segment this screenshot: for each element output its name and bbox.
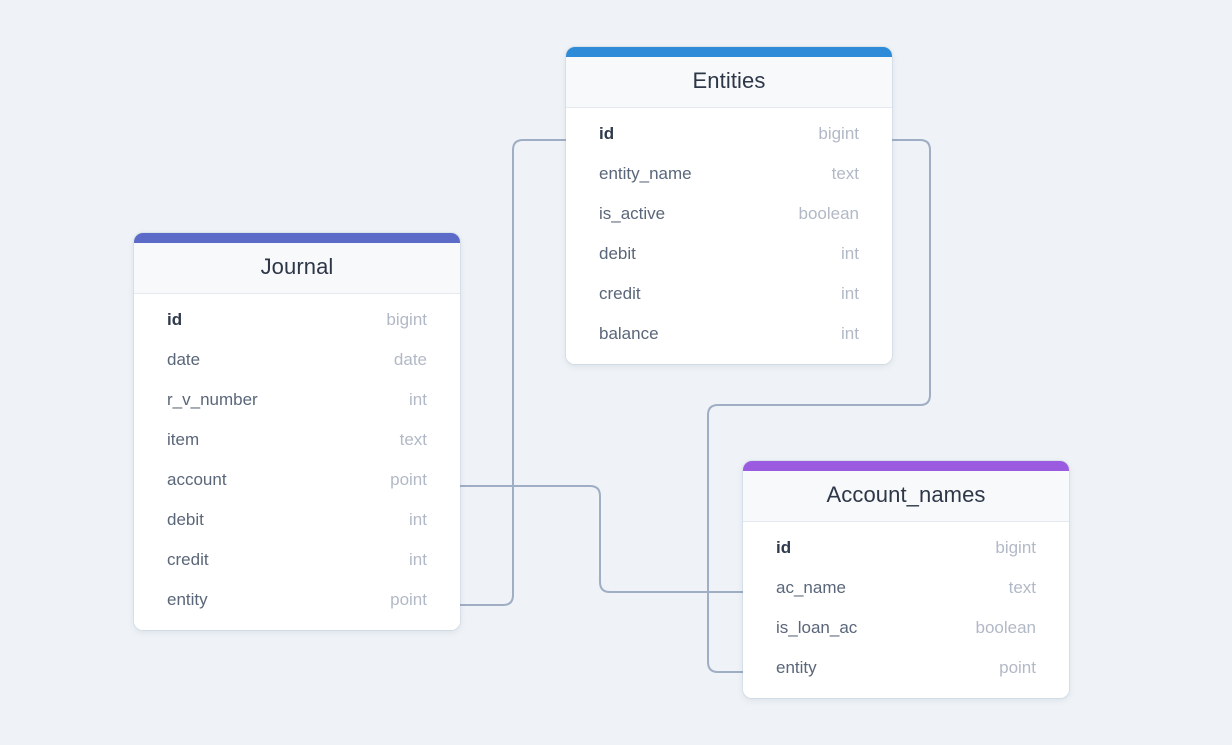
field-type: text	[1008, 578, 1036, 597]
field-name: is_loan_ac	[776, 618, 858, 637]
table-title: Journal	[134, 243, 460, 294]
field-type: int	[409, 550, 427, 569]
table-title: Entities	[566, 57, 892, 108]
field-type: int	[409, 510, 427, 529]
table-field-row[interactable]: id bigint	[134, 300, 460, 340]
field-type: text	[831, 164, 859, 183]
table-field-row[interactable]: is_active boolean	[566, 194, 892, 234]
field-name: id	[167, 310, 183, 329]
table-field-row[interactable]: debit int	[134, 500, 460, 540]
table-accent-bar	[743, 461, 1069, 471]
table-field-list: id bigint entity_name text is_active boolean d…	[566, 108, 892, 364]
table-field-row[interactable]: debit int	[566, 234, 892, 274]
field-name: is_active	[599, 204, 666, 223]
field-type: boolean	[975, 618, 1036, 637]
relationship-line	[459, 485, 744, 593]
table-field-row[interactable]: entity point	[134, 580, 460, 620]
field-type: int	[841, 244, 859, 263]
table-field-row[interactable]: r_v_number int	[134, 380, 460, 420]
table-field-row[interactable]: is_loan_ac boolean	[743, 608, 1069, 648]
table-field-row[interactable]: credit int	[566, 274, 892, 314]
field-name: r_v_number	[167, 390, 258, 409]
table-accent-bar	[134, 233, 460, 243]
table-accent-bar	[566, 47, 892, 57]
relationship-line	[459, 139, 567, 606]
table-card[interactable]: Account_namesid bigint ac_name text is_loan_…	[743, 461, 1069, 698]
field-type: boolean	[798, 204, 859, 223]
field-type: int	[841, 284, 859, 303]
er-diagram-canvas: Journal id bigint date date r_v_number int item…	[0, 0, 1232, 745]
table-field-row[interactable]: ac_name text	[743, 568, 1069, 608]
field-type: point	[390, 590, 427, 609]
table-field-row[interactable]: account point	[134, 460, 460, 500]
field-type: int	[841, 324, 859, 343]
field-name: entity	[167, 590, 208, 609]
table-field-row[interactable]: date date	[134, 340, 460, 380]
field-name: entity_name	[599, 164, 692, 183]
table-field-row[interactable]: item text	[134, 420, 460, 460]
table-title: Account_names	[743, 471, 1069, 522]
table-card[interactable]: Journal id bigint date date r_v_number int item…	[134, 233, 460, 630]
field-type: bigint	[386, 310, 427, 329]
field-name: debit	[599, 244, 636, 263]
field-name: item	[167, 430, 200, 449]
field-name: credit	[599, 284, 641, 303]
field-type: point	[999, 658, 1036, 677]
table-field-row[interactable]: balance int	[566, 314, 892, 354]
field-name: account	[167, 470, 227, 489]
table-field-row[interactable]: credit int	[134, 540, 460, 580]
field-name: entity	[776, 658, 817, 677]
table-field-row[interactable]: entity_name text	[566, 154, 892, 194]
field-name: ac_name	[776, 578, 846, 597]
table-field-row[interactable]: id bigint	[566, 114, 892, 154]
field-name: debit	[167, 510, 204, 529]
table-field-row[interactable]: entity point	[743, 648, 1069, 688]
field-name: date	[167, 350, 201, 369]
field-name: id	[776, 538, 792, 557]
table-card[interactable]: Entities id bigint entity_name text is_active…	[566, 47, 892, 364]
field-name: credit	[167, 550, 209, 569]
field-name: balance	[599, 324, 659, 343]
field-name: id	[599, 124, 615, 143]
field-type: text	[399, 430, 427, 449]
table-field-list: id bigint ac_name text is_loan_ac boolean enti…	[743, 522, 1069, 698]
table-field-row[interactable]: id bigint	[743, 528, 1069, 568]
field-type: bigint	[995, 538, 1036, 557]
field-type: point	[390, 470, 427, 489]
field-type: date	[393, 350, 427, 369]
field-type: int	[409, 390, 427, 409]
field-type: bigint	[818, 124, 859, 143]
table-field-list: id bigint date date r_v_number int item text acc…	[134, 294, 460, 630]
